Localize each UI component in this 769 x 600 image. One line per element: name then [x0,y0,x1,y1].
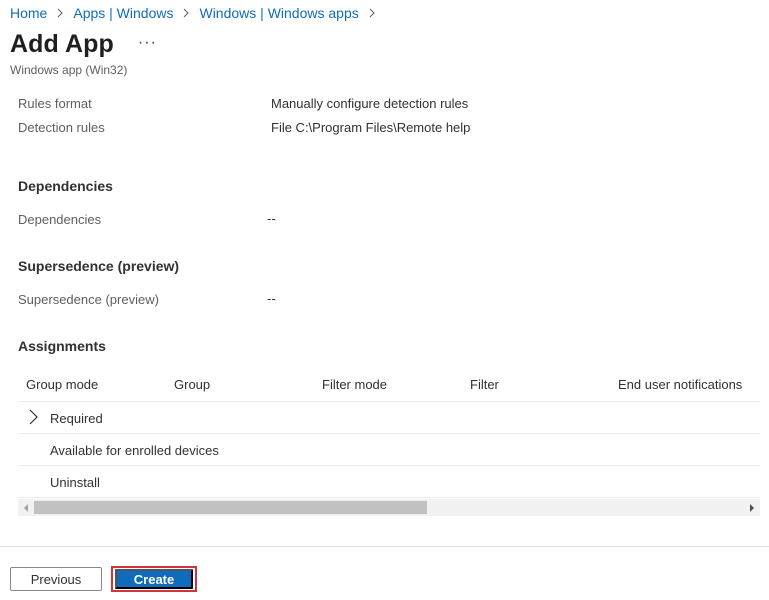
table-row-required[interactable]: Required [18,402,760,434]
table-row-uninstall[interactable]: Uninstall [18,466,760,498]
rules-format-label: Rules format [18,96,92,111]
rules-format-value: Manually configure detection rules [271,96,469,111]
previous-button[interactable]: Previous [10,567,102,591]
row-label-available: Available for enrolled devices [50,443,219,458]
supersedence-label: Supersedence (preview) [18,292,159,307]
supersedence-value: -- [267,291,276,306]
column-header-group-mode[interactable]: Group mode [26,377,98,392]
supersedence-heading: Supersedence (preview) [18,258,180,274]
column-header-filter[interactable]: Filter [470,377,499,392]
breadcrumb-home[interactable]: Home [10,5,47,21]
column-header-group[interactable]: Group [174,377,210,392]
dependencies-label: Dependencies [18,212,102,227]
detection-rules-label: Detection rules [18,120,105,135]
column-header-filter-mode[interactable]: Filter mode [322,377,387,392]
horizontal-scrollbar[interactable] [18,499,760,516]
table-row-available[interactable]: Available for enrolled devices [18,434,760,466]
chevron-right-icon [182,8,190,18]
footer-divider [0,546,769,547]
detection-rules-value: File C:\Program Files\Remote help [271,120,471,135]
breadcrumb-apps-windows[interactable]: Apps | Windows [73,5,173,21]
chevron-right-icon [368,8,376,18]
scroll-left-icon[interactable] [18,499,34,516]
page-title: Add App [10,30,114,58]
assignments-table: Group mode Group Filter mode Filter End … [18,368,760,498]
breadcrumb: Home Apps | Windows Windows | Windows ap… [10,4,385,22]
title-row: Add App ··· [10,30,157,59]
table-header: Group mode Group Filter mode Filter End … [18,368,760,402]
scrollbar-thumb[interactable] [34,501,427,514]
dependencies-heading: Dependencies [18,178,113,194]
breadcrumb-windows-apps[interactable]: Windows | Windows apps [199,5,358,21]
row-label-required: Required [50,411,103,426]
chevron-right-icon [56,8,64,18]
more-icon[interactable]: ··· [138,34,157,52]
scroll-right-icon[interactable] [744,499,760,516]
dependencies-value: -- [267,211,276,226]
create-button[interactable]: Create [115,569,193,589]
assignments-heading: Assignments [18,338,106,354]
chevron-right-icon[interactable] [27,408,39,426]
column-header-end-user-notifications[interactable]: End user notifications [618,377,742,392]
page-subtitle: Windows app (Win32) [10,63,128,77]
row-label-uninstall: Uninstall [50,475,100,490]
